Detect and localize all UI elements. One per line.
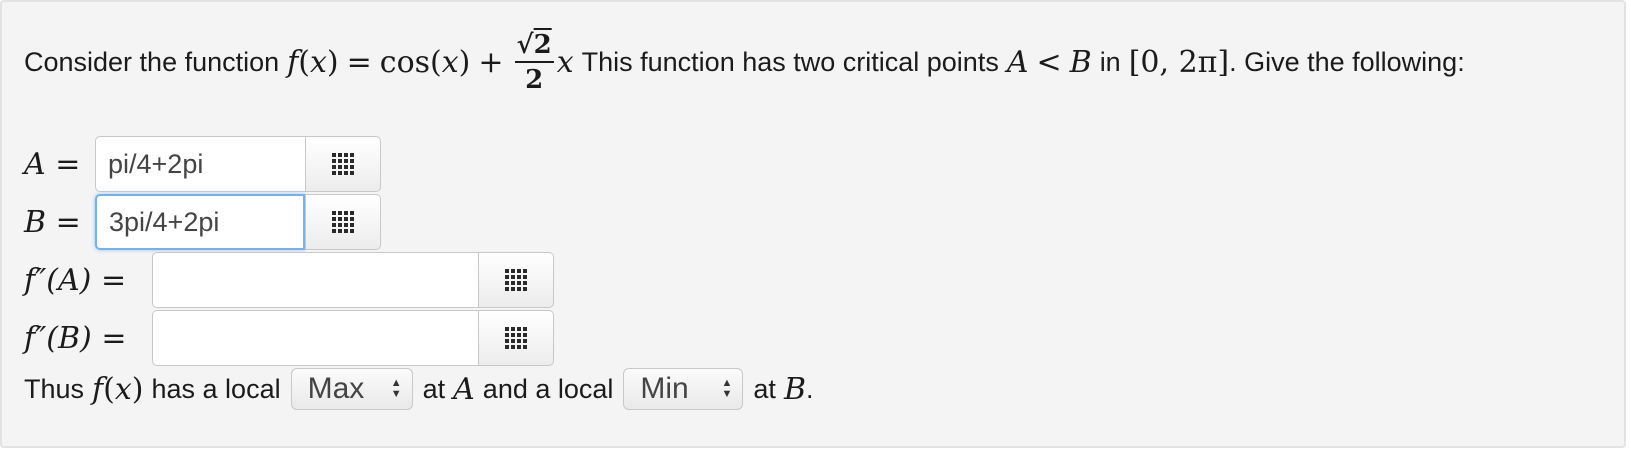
math-palette-button-B[interactable] bbox=[305, 194, 381, 250]
grid-icon bbox=[505, 327, 527, 349]
answer-row-fppA: f″(A) = bbox=[24, 252, 126, 308]
math-palette-button-fppB[interactable] bbox=[478, 310, 554, 366]
grid-icon bbox=[332, 211, 354, 233]
up-down-arrows-icon: ▲ ▼ bbox=[390, 377, 402, 400]
B-symbol: B bbox=[1069, 44, 1092, 80]
extremum-select-B[interactable]: Min ▲ ▼ bbox=[623, 368, 744, 410]
problem-statement: Consider the function f(x) = cos(x) + √2… bbox=[24, 29, 1465, 95]
conclusion-sentence: Thus f(x) has a local Max ▲ ▼ at A and a … bbox=[24, 366, 814, 412]
label-B: B = bbox=[24, 204, 81, 240]
x-symbol: x bbox=[309, 44, 327, 80]
description-text: This function has two critical points bbox=[581, 46, 999, 77]
interval: [0, 2π] bbox=[1128, 44, 1230, 80]
answer-row-A: A = bbox=[24, 136, 80, 192]
in-text: in bbox=[1099, 46, 1121, 77]
and-local-text: and a local bbox=[482, 373, 614, 404]
f-symbol: f bbox=[287, 44, 299, 80]
label-fppB: f″(B) = bbox=[24, 320, 127, 356]
grid-icon bbox=[332, 153, 354, 175]
answer-B-input[interactable] bbox=[95, 194, 305, 250]
answer-fppB bbox=[152, 310, 554, 366]
answer-row-B: B = bbox=[24, 194, 81, 250]
math-palette-button-fppA[interactable] bbox=[478, 252, 554, 308]
sqrt2-over-2-fraction: √2 2 bbox=[514, 29, 554, 95]
label-fppA: f″(A) = bbox=[24, 262, 127, 298]
at-text: at bbox=[422, 373, 446, 404]
answer-fppA-input[interactable] bbox=[152, 252, 478, 308]
answer-fppB-input[interactable] bbox=[152, 310, 478, 366]
equals-symbol: = bbox=[346, 44, 372, 80]
answer-A bbox=[95, 136, 381, 192]
answer-row-fppB: f″(B) = bbox=[24, 310, 126, 366]
plus-symbol: + bbox=[478, 44, 504, 80]
at-text-2: at bbox=[753, 373, 776, 404]
grid-icon bbox=[505, 269, 527, 291]
answer-fppA bbox=[152, 252, 554, 308]
A-symbol: A bbox=[1006, 44, 1029, 80]
lt-symbol: < bbox=[1036, 44, 1062, 80]
thus-text: Thus bbox=[24, 373, 85, 404]
up-down-arrows-icon: ▲ ▼ bbox=[721, 377, 733, 400]
instruction-text: . Give the following: bbox=[1229, 46, 1465, 77]
answer-B bbox=[95, 194, 381, 250]
question-panel: Consider the function f(x) = cos(x) + √2… bbox=[0, 0, 1626, 448]
extremum-select-A-value: Max bbox=[307, 372, 365, 405]
intro-text: Consider the function bbox=[24, 46, 280, 77]
extremum-select-B-value: Min bbox=[640, 372, 689, 405]
extremum-select-A[interactable]: Max ▲ ▼ bbox=[290, 368, 413, 410]
cos-symbol: cos bbox=[379, 44, 431, 80]
sqrt-icon: √ bbox=[516, 29, 534, 60]
label-A: A = bbox=[24, 146, 81, 182]
has-local-text: has a local bbox=[151, 373, 281, 404]
math-palette-button-A[interactable] bbox=[305, 136, 381, 192]
answer-A-input[interactable] bbox=[95, 136, 305, 192]
